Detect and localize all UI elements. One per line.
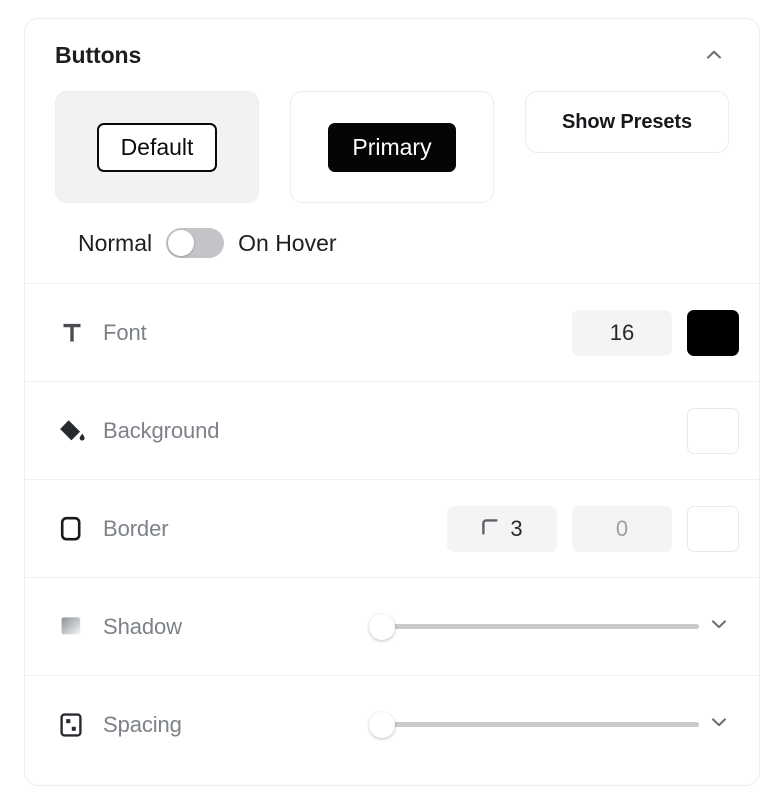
border-radius-input[interactable]: 3: [447, 505, 557, 552]
shadow-expand-button[interactable]: [699, 607, 739, 647]
property-row-background: Background: [25, 381, 759, 479]
state-toggle-row: Normal On Hover: [25, 203, 759, 283]
toggle-knob: [168, 230, 195, 256]
spacing-expand-button[interactable]: [699, 705, 739, 745]
chevron-down-icon: [708, 711, 730, 738]
corner-radius-icon: [481, 516, 499, 542]
border-radius-value: 3: [510, 515, 523, 541]
font-controls: 16: [572, 309, 739, 356]
page-title: Buttons: [55, 41, 142, 68]
variant-card-primary[interactable]: Primary: [290, 91, 494, 203]
property-label-spacing: Spacing: [103, 711, 182, 737]
border-width-input[interactable]: 0: [572, 505, 672, 552]
hover-state-toggle[interactable]: [166, 228, 225, 258]
text-type-icon: [55, 316, 89, 350]
shadow-slider-thumb[interactable]: [369, 613, 395, 640]
property-row-font: Font 16: [25, 283, 759, 381]
border-controls: 3 0: [447, 505, 739, 552]
property-label-border: Border: [103, 515, 169, 541]
property-row-shadow: Shadow: [25, 577, 759, 675]
property-row-border: Border 3 0: [25, 479, 759, 577]
border-color-swatch[interactable]: [687, 505, 739, 552]
show-presets-button[interactable]: Show Presets: [525, 91, 729, 153]
font-size-input[interactable]: 16: [572, 309, 672, 356]
padding-box-icon: [55, 708, 89, 742]
border-width-value: 0: [615, 515, 629, 541]
state-label-normal: Normal: [78, 229, 153, 256]
paint-bucket-icon: [55, 414, 89, 448]
rounded-square-icon: [55, 512, 89, 546]
variant-preview-row: Default Primary Show Presets: [25, 91, 759, 203]
chevron-down-icon: [708, 613, 730, 640]
preview-button-primary[interactable]: Primary: [328, 122, 456, 172]
property-label-shadow: Shadow: [103, 613, 182, 639]
gradient-square-icon: [55, 610, 89, 644]
property-row-spacing: Spacing: [25, 675, 759, 773]
shadow-slider-track: [369, 624, 699, 629]
shadow-slider[interactable]: [369, 613, 699, 640]
property-label-background: Background: [103, 417, 220, 443]
chevron-up-icon: [703, 44, 725, 66]
font-size-value: 16: [609, 319, 635, 345]
background-color-swatch[interactable]: [687, 407, 739, 454]
preview-button-default[interactable]: Default: [96, 122, 218, 172]
buttons-style-panel: Buttons Default Primary Show Presets Nor…: [24, 18, 760, 786]
spacing-slider-track: [369, 722, 699, 727]
font-color-swatch[interactable]: [687, 309, 739, 356]
spacing-slider[interactable]: [369, 711, 699, 738]
collapse-section-button[interactable]: [697, 38, 731, 72]
property-label-font: Font: [103, 319, 147, 345]
background-controls: [687, 407, 739, 454]
spacing-slider-thumb[interactable]: [369, 711, 395, 738]
variant-card-default[interactable]: Default: [55, 91, 259, 203]
state-label-on-hover: On Hover: [238, 229, 337, 256]
panel-header: Buttons: [25, 19, 759, 91]
